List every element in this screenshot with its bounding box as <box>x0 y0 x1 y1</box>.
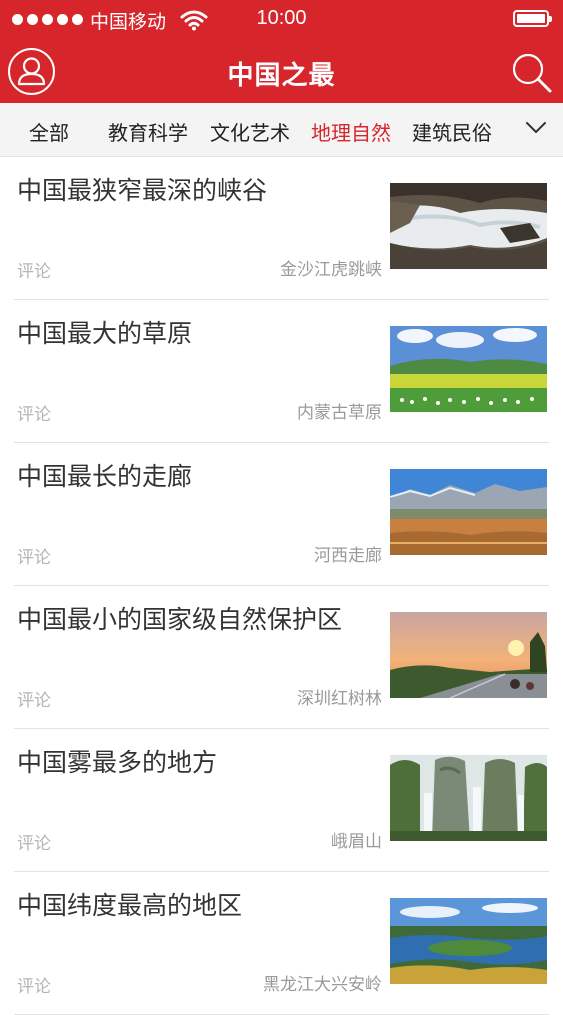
list-item[interactable]: 中国最长的走廊 评论 河西走廊 <box>0 443 563 586</box>
tab-education-science[interactable]: 教育科学 <box>108 117 188 146</box>
chevron-down-icon[interactable] <box>525 121 547 135</box>
comment-link[interactable]: 评论 <box>17 972 51 997</box>
comment-link[interactable]: 评论 <box>17 829 51 854</box>
mountain-corridor-thumbnail[interactable] <box>390 469 547 555</box>
category-tabs: 全部 教育科学 文化艺术 地理自然 建筑民俗 <box>0 103 563 157</box>
article-title[interactable]: 中国最小的国家级自然保护区 <box>17 600 382 636</box>
article-place: 深圳红树林 <box>297 689 382 709</box>
list-item[interactable]: 中国最狭窄最深的峡谷 评论 金沙江虎跳峡 <box>0 157 563 300</box>
comment-link[interactable]: 评论 <box>17 686 51 711</box>
app-title: 中国之最 <box>227 61 336 91</box>
waterfall-cliffs-thumbnail[interactable] <box>390 755 547 841</box>
app-header: 中国之最 <box>0 40 563 103</box>
search-button[interactable] <box>509 50 553 94</box>
sunset-coast-thumbnail[interactable] <box>390 612 547 698</box>
article-list: 中国最狭窄最深的峡谷 评论 金沙江虎跳峡 中国最大的草原 评论 内蒙古草原 中国… <box>0 157 563 1015</box>
article-place: 河西走廊 <box>314 546 382 566</box>
status-bar: 中国移动 10:00 <box>0 0 563 40</box>
battery-icon <box>513 10 552 27</box>
article-title[interactable]: 中国最大的草原 <box>17 314 382 350</box>
tab-all[interactable]: 全部 <box>29 117 69 146</box>
tab-culture-art[interactable]: 文化艺术 <box>210 117 290 146</box>
list-item[interactable]: 中国最大的草原 评论 内蒙古草原 <box>0 300 563 443</box>
status-time: 10:00 <box>256 7 307 29</box>
article-title[interactable]: 中国纬度最高的地区 <box>17 886 382 922</box>
comment-link[interactable]: 评论 <box>17 257 51 282</box>
tab-geography-nature[interactable]: 地理自然 <box>311 117 391 146</box>
article-place: 内蒙古草原 <box>297 403 382 423</box>
grassland-sheep-thumbnail[interactable] <box>390 326 547 412</box>
comment-link[interactable]: 评论 <box>17 543 51 568</box>
article-place: 峨眉山 <box>331 832 382 852</box>
article-place: 黑龙江大兴安岭 <box>263 975 382 995</box>
canyon-river-thumbnail[interactable] <box>390 183 547 269</box>
article-title[interactable]: 中国最长的走廊 <box>17 457 382 493</box>
list-item[interactable]: 中国雾最多的地方 评论 峨眉山 <box>0 729 563 872</box>
article-title[interactable]: 中国最狭窄最深的峡谷 <box>17 171 382 207</box>
comment-link[interactable]: 评论 <box>17 400 51 425</box>
article-place: 金沙江虎跳峡 <box>280 260 382 280</box>
search-icon <box>512 53 552 93</box>
list-item[interactable]: 中国纬度最高的地区 评论 黑龙江大兴安岭 <box>0 872 563 1015</box>
river-bend-thumbnail[interactable] <box>390 898 547 984</box>
article-title[interactable]: 中国雾最多的地方 <box>17 743 382 779</box>
tab-architecture-folk[interactable]: 建筑民俗 <box>412 117 492 146</box>
list-item[interactable]: 中国最小的国家级自然保护区 评论 深圳红树林 <box>0 586 563 729</box>
